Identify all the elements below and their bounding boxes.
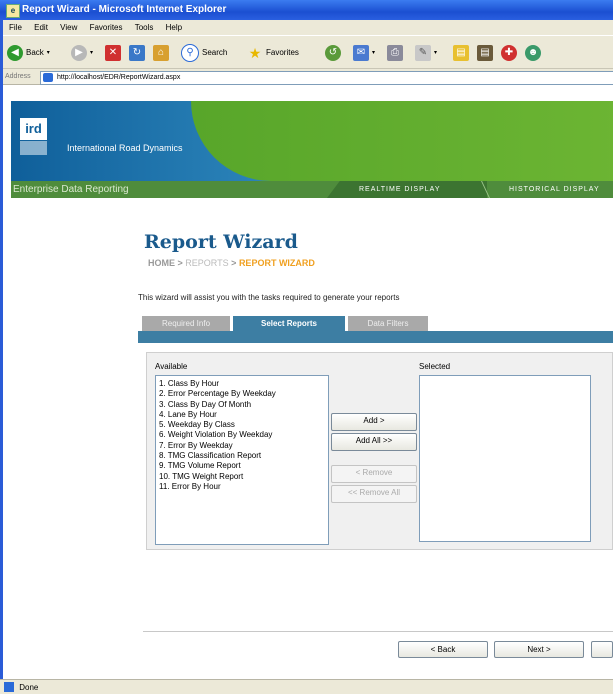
add-button[interactable]: Add > bbox=[331, 413, 417, 431]
breadcrumb-separator: > bbox=[177, 258, 183, 268]
history-icon: ↺ bbox=[325, 45, 341, 61]
page-icon bbox=[43, 73, 53, 82]
address-url: http://localhost/EDR/ReportWizard.aspx bbox=[57, 74, 181, 81]
tab-required-info[interactable]: Required Info bbox=[142, 316, 230, 332]
back-button[interactable]: ◀ Back ▾ bbox=[7, 44, 50, 62]
next-button[interactable]: Next > bbox=[494, 641, 584, 658]
list-item[interactable]: 4. Lane By Hour bbox=[156, 410, 328, 420]
list-item[interactable]: 3. Class By Day Of Month bbox=[156, 400, 328, 410]
mail-button[interactable]: ✉ ▾ bbox=[353, 44, 375, 62]
list-item[interactable]: 8. TMG Classification Report bbox=[156, 451, 328, 461]
ie-icon: e bbox=[6, 4, 20, 18]
print-icon: ⎙ bbox=[387, 45, 403, 61]
wizard-tabs: Required Info Select Reports Data Filter… bbox=[142, 316, 613, 332]
home-icon: ⌂ bbox=[153, 45, 169, 61]
breadcrumb-reports[interactable]: REPORTS bbox=[185, 258, 228, 268]
menu-help[interactable]: Help bbox=[166, 20, 182, 35]
list-item[interactable]: 11. Error By Hour bbox=[156, 482, 328, 492]
edit-icon: ✎ bbox=[415, 45, 431, 61]
site-banner: ird International Road Dynamics bbox=[11, 101, 613, 181]
research-button[interactable]: ▤ bbox=[477, 44, 493, 62]
search-icon: ⚲ bbox=[181, 44, 199, 62]
ird-logo: ird bbox=[20, 118, 47, 140]
research-icon: ▤ bbox=[477, 45, 493, 61]
users-button[interactable]: ☻ bbox=[525, 44, 541, 62]
footer-divider bbox=[143, 631, 613, 632]
status-text: Done bbox=[19, 683, 39, 692]
selected-label: Selected bbox=[419, 362, 451, 371]
list-item[interactable]: 6. Weight Violation By Weekday bbox=[156, 430, 328, 440]
banner-green-swoosh bbox=[191, 101, 613, 181]
menu-favorites[interactable]: Favorites bbox=[90, 20, 123, 35]
remove-button[interactable]: < Remove bbox=[331, 465, 417, 483]
window-title: Report Wizard - Microsoft Internet Explo… bbox=[22, 4, 227, 15]
back-arrow-icon: ◀ bbox=[7, 45, 23, 61]
stop-button[interactable]: ✕ bbox=[105, 44, 121, 62]
ird-logo-reflection bbox=[20, 141, 47, 155]
list-item[interactable]: 2. Error Percentage By Weekday bbox=[156, 389, 328, 399]
history-button[interactable]: ↺ bbox=[325, 44, 341, 62]
messenger-icon: ✚ bbox=[501, 45, 517, 61]
folder-button[interactable]: ▤ bbox=[453, 44, 469, 62]
menu-bar: File Edit View Favorites Tools Help bbox=[3, 20, 613, 35]
nav-historical-display[interactable]: Historical Display bbox=[509, 181, 600, 198]
nav-brand: Enterprise Data Reporting bbox=[13, 184, 129, 195]
list-item[interactable]: 9. TMG Volume Report bbox=[156, 461, 328, 471]
menu-edit[interactable]: Edit bbox=[34, 20, 48, 35]
refresh-icon: ↻ bbox=[129, 45, 145, 61]
company-name: International Road Dynamics bbox=[67, 143, 183, 153]
users-icon: ☻ bbox=[525, 45, 541, 61]
menu-tools[interactable]: Tools bbox=[135, 20, 154, 35]
selected-listbox[interactable] bbox=[419, 375, 591, 542]
page-done-icon bbox=[4, 682, 14, 692]
favorites-button[interactable]: ★ Favorites bbox=[247, 44, 299, 62]
forward-button[interactable]: ▶ ▾ bbox=[71, 44, 93, 62]
page-title: Report Wizard bbox=[144, 231, 298, 253]
available-listbox[interactable]: 1. Class By Hour 2. Error Percentage By … bbox=[155, 375, 329, 545]
refresh-button[interactable]: ↻ bbox=[129, 44, 145, 62]
browser-toolbar: ◀ Back ▾ ▶ ▾ ✕ ↻ ⌂ ⚲ Search ★ Favorites ↺ … bbox=[3, 35, 613, 69]
folder-icon: ▤ bbox=[453, 45, 469, 61]
tab-strip bbox=[138, 331, 613, 343]
address-input[interactable]: http://localhost/EDR/ReportWizard.aspx bbox=[40, 71, 613, 85]
search-button[interactable]: ⚲ Search bbox=[181, 44, 227, 62]
edit-button[interactable]: ✎ ▾ bbox=[415, 44, 437, 62]
home-button[interactable]: ⌂ bbox=[153, 44, 169, 62]
breadcrumb-current: REPORT WIZARD bbox=[238, 258, 315, 268]
list-item[interactable]: 10. TMG Weight Report bbox=[156, 472, 328, 482]
add-all-button[interactable]: Add All >> bbox=[331, 433, 417, 451]
nav-realtime-display[interactable]: Realtime Display bbox=[359, 181, 440, 198]
breadcrumb-home[interactable]: HOME bbox=[148, 258, 175, 268]
tab-select-reports[interactable]: Select Reports bbox=[233, 316, 345, 332]
window-titlebar: e Report Wizard - Microsoft Internet Exp… bbox=[0, 0, 613, 20]
forward-arrow-icon: ▶ bbox=[71, 45, 87, 61]
list-item[interactable]: 5. Weekday By Class bbox=[156, 420, 328, 430]
list-item[interactable]: 1. Class By Hour bbox=[156, 379, 328, 389]
remove-all-button[interactable]: << Remove All bbox=[331, 485, 417, 503]
mail-icon: ✉ bbox=[353, 45, 369, 61]
messenger-button[interactable]: ✚ bbox=[501, 44, 517, 62]
address-label: Address bbox=[5, 73, 31, 80]
finish-button-partial[interactable] bbox=[591, 641, 613, 658]
back-button-wizard[interactable]: < Back bbox=[398, 641, 488, 658]
star-icon: ★ bbox=[248, 45, 262, 61]
tab-data-filters[interactable]: Data Filters bbox=[348, 316, 428, 332]
intro-text: This wizard will assist you with the tas… bbox=[138, 293, 400, 302]
menu-file[interactable]: File bbox=[9, 20, 22, 35]
print-button[interactable]: ⎙ bbox=[387, 44, 403, 62]
list-item[interactable]: 7. Error By Weekday bbox=[156, 441, 328, 451]
select-reports-panel: Available 1. Class By Hour 2. Error Perc… bbox=[146, 352, 613, 550]
status-bar: Done bbox=[0, 679, 613, 694]
menu-view[interactable]: View bbox=[60, 20, 77, 35]
site-nav: Enterprise Data Reporting Realtime Displ… bbox=[11, 181, 613, 198]
stop-icon: ✕ bbox=[105, 45, 121, 61]
breadcrumb-separator: > bbox=[231, 258, 237, 268]
address-bar: Address http://localhost/EDR/ReportWizar… bbox=[3, 69, 613, 85]
available-label: Available bbox=[155, 362, 188, 371]
breadcrumb: HOME > REPORTS > REPORT WIZARD bbox=[148, 258, 315, 268]
